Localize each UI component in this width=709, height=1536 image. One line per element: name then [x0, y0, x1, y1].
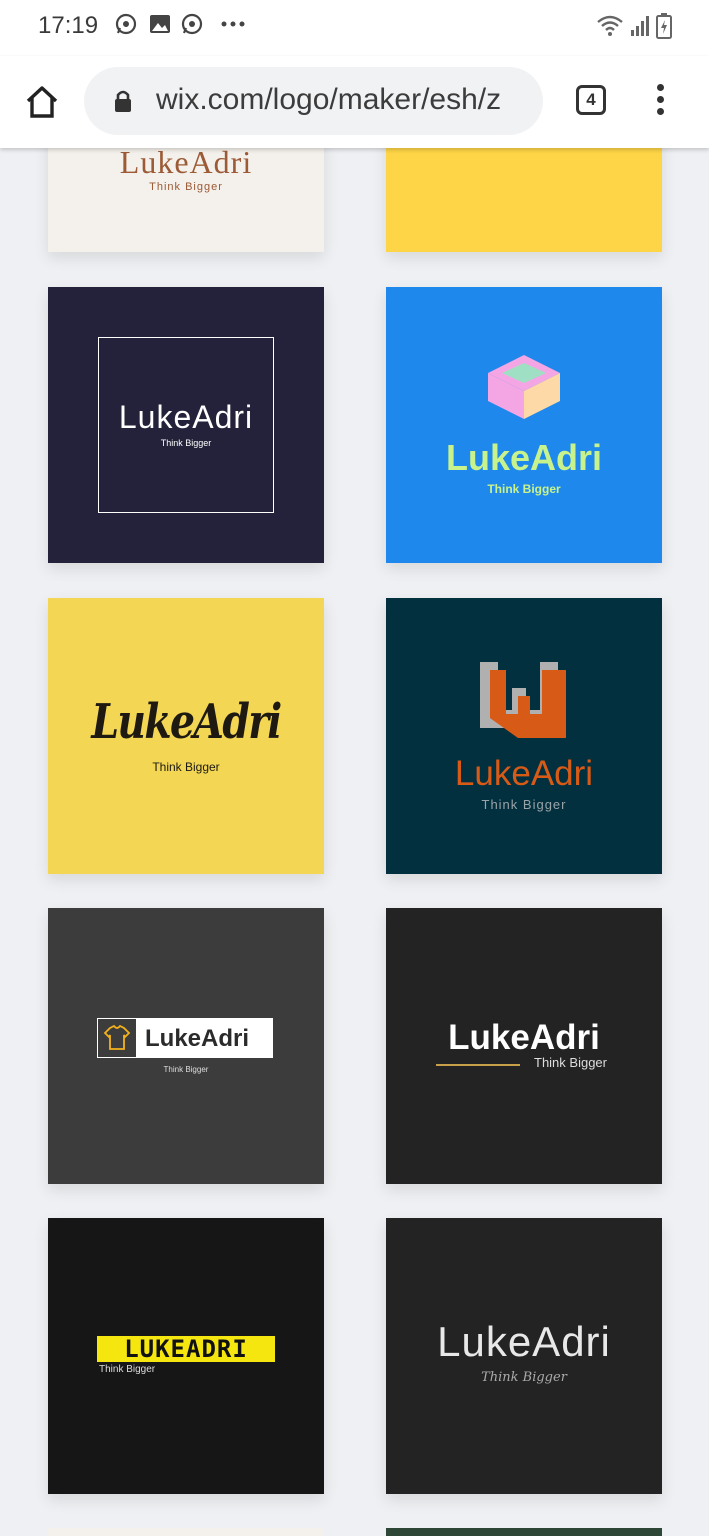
logo-name: LukeAdri — [445, 437, 603, 478]
logo-tagline: Think Bigger — [163, 1065, 209, 1074]
logo-banner: LukeAdri — [97, 1018, 273, 1058]
status-bar: 17:19 — [0, 0, 709, 56]
logo-name: LukeAdri — [91, 694, 282, 750]
logo-name: LukeAdri — [437, 1318, 611, 1365]
overflow-menu-button[interactable] — [648, 84, 672, 120]
more-dots-icon — [220, 14, 246, 39]
home-button[interactable] — [22, 82, 62, 122]
logo-tagline: Think Bigger — [481, 1370, 567, 1385]
logo-name: LUKEADRI — [124, 1335, 248, 1363]
w-block-logo-icon — [480, 662, 566, 738]
clock: 17:19 — [38, 12, 99, 39]
logo-name: LukeAdri — [454, 754, 594, 793]
logo-card[interactable]: LukeAdri Think Bigger — [386, 287, 662, 563]
logo-card[interactable] — [48, 1528, 324, 1536]
logo-tagline: Think Bigger — [160, 438, 212, 448]
logo-name: LukeAdri — [448, 1018, 600, 1057]
logo-name: LukeAdri — [118, 399, 254, 435]
tab-switcher-button[interactable]: 4 — [576, 85, 606, 115]
signal-icon — [630, 14, 652, 43]
battery-charging-icon — [656, 13, 672, 44]
logo-tagline: Think Bigger — [149, 181, 223, 193]
wifi-icon — [596, 14, 624, 43]
logo-tagline: Think Bigger — [534, 1055, 607, 1070]
tshirt-icon — [98, 1019, 136, 1057]
logo-tagline: Think Bigger — [99, 1364, 156, 1375]
box-logo-icon — [488, 355, 560, 419]
logo-name: LukeAdri — [119, 144, 253, 180]
url-text: wix.com/logo/maker/esh/z — [156, 83, 502, 116]
logo-card[interactable]: LukeAdri Think Bigger — [48, 287, 324, 563]
logo-card[interactable]: LUKEADRI Think Bigger — [48, 1218, 324, 1494]
logo-card[interactable]: LukeAdri Think Bigger — [48, 598, 324, 874]
logo-tagline: Think Bigger — [481, 797, 567, 812]
address-bar[interactable]: wix.com/logo/maker/esh/z — [84, 67, 543, 135]
gold-underline — [436, 1064, 520, 1066]
logo-card[interactable]: LukeAdri Think Bigger — [48, 908, 324, 1184]
logo-card[interactable]: LukeAdri Think Bigger — [386, 1218, 662, 1494]
whatsapp-icon — [180, 12, 204, 41]
logo-tagline: Think Bigger — [152, 760, 220, 774]
home-icon — [26, 86, 58, 118]
logo-tagline: Think Bigger — [487, 482, 561, 496]
logo-card[interactable]: LukeAdri Think Bigger — [386, 598, 662, 874]
gallery-icon — [148, 12, 172, 41]
logo-card[interactable] — [386, 1528, 662, 1536]
lock-icon — [114, 89, 132, 118]
browser-toolbar: wix.com/logo/maker/esh/z 4 — [0, 56, 709, 148]
logo-card[interactable]: LukeAdri Think Bigger — [386, 908, 662, 1184]
logo-name: LukeAdri — [145, 1025, 250, 1052]
whatsapp-icon — [114, 12, 138, 41]
